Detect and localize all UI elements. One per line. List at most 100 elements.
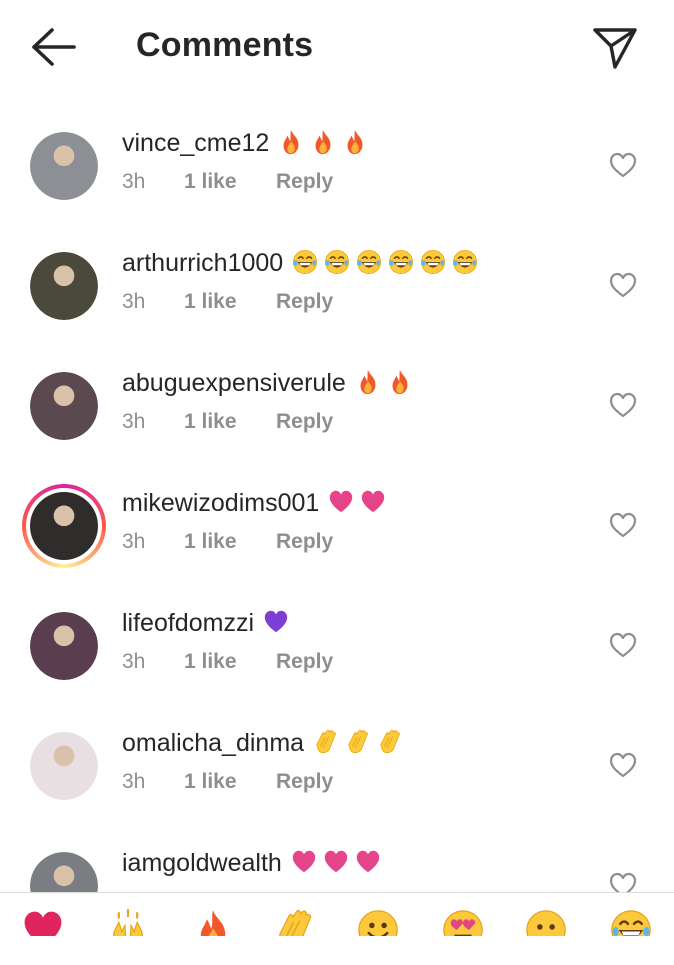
like-comment-button[interactable] (609, 752, 637, 778)
pink-heart-emoji-icon (322, 848, 350, 878)
comment-like-count[interactable]: 1 like (184, 530, 276, 554)
smile-emoji-button[interactable] (355, 907, 401, 936)
reply-button[interactable]: Reply (276, 410, 333, 434)
avatar[interactable] (30, 732, 98, 800)
fire-emoji-button[interactable] (190, 907, 236, 936)
laughing-emoji-button[interactable] (608, 907, 654, 936)
laughing-icon (611, 910, 651, 936)
comment-username[interactable]: abuguexpensiverule (122, 369, 346, 398)
reply-button[interactable]: Reply (276, 530, 333, 554)
laughing-emoji-icon (355, 248, 383, 278)
like-comment-button[interactable] (609, 152, 637, 178)
heart-outline-icon (609, 152, 637, 178)
avatar[interactable] (30, 252, 98, 320)
comment-row: vince_cme12 3h 1 like Reply (0, 125, 674, 245)
comment-row: lifeofdomzzi 3h 1 like Reply (0, 605, 674, 725)
purple-heart-emoji-icon (262, 608, 290, 638)
pink-heart-emoji-icon (354, 848, 382, 878)
comment-time: 3h (122, 410, 146, 433)
avatar-photo (30, 252, 98, 320)
comment-emojis (327, 488, 387, 518)
laughing-emoji-icon (291, 248, 319, 278)
avatar[interactable] (30, 372, 98, 440)
laughing-emoji-icon (451, 248, 479, 278)
comment-emojis (291, 248, 479, 278)
comment-username[interactable]: vince_cme12 (122, 129, 269, 158)
avatar[interactable] (22, 484, 106, 568)
comment-row: omalicha_dinma 3h 1 like Reply (0, 725, 674, 845)
direct-send-icon (593, 28, 637, 69)
avatar-photo (30, 132, 98, 200)
comment-username[interactable]: omalicha_dinma (122, 729, 304, 758)
comment-emojis (277, 128, 369, 158)
red-heart-icon (24, 911, 62, 936)
clap-emoji-button[interactable] (272, 907, 318, 936)
comment-emojis (354, 368, 414, 398)
back-button[interactable] (30, 27, 76, 67)
raised-hands-emoji-button[interactable] (105, 907, 151, 936)
raised-hands-icon (112, 908, 144, 936)
comment-row: abuguexpensiverule 3h 1 like Reply (0, 365, 674, 485)
comment-like-count[interactable]: 1 like (184, 170, 276, 194)
heart-outline-icon (609, 632, 637, 658)
reply-button[interactable]: Reply (276, 170, 333, 194)
clap-icon (279, 909, 312, 936)
comment-time: 3h (122, 770, 146, 793)
laughing-emoji-icon (387, 248, 415, 278)
reply-button[interactable]: Reply (276, 650, 333, 674)
comment-like-count[interactable]: 1 like (184, 410, 276, 434)
fire-emoji-icon (309, 128, 337, 158)
comment-time: 3h (122, 290, 146, 313)
comment-like-count[interactable]: 1 like (184, 770, 276, 794)
heart-eyes-icon (443, 910, 483, 936)
fire-emoji-icon (277, 128, 305, 158)
comment-username[interactable]: mikewizodims001 (122, 489, 319, 518)
comment-username[interactable]: lifeofdomzzi (122, 609, 254, 638)
comment-emojis (290, 848, 382, 878)
arrow-left-icon (32, 28, 76, 66)
pink-heart-emoji-icon (290, 848, 318, 878)
heart-outline-icon (609, 752, 637, 778)
page-title: Comments (136, 26, 314, 64)
comment-meta: 3h 1 likeReply (122, 530, 333, 554)
comment-meta: 3h 1 likeReply (122, 170, 333, 194)
avatar[interactable] (30, 612, 98, 680)
pink-heart-emoji-icon (359, 488, 387, 518)
avatar-photo (30, 612, 98, 680)
comment-meta: 3h 1 likeReply (122, 650, 333, 674)
avatar[interactable] (30, 132, 98, 200)
comment-time: 3h (122, 170, 146, 193)
avatar-photo (30, 732, 98, 800)
smile-icon (358, 910, 398, 936)
laughing-emoji-icon (323, 248, 351, 278)
reply-button[interactable]: Reply (276, 290, 333, 314)
comment-like-count[interactable]: 1 like (184, 650, 276, 674)
neutral-face-emoji-button[interactable] (523, 907, 569, 936)
comment-like-count[interactable]: 1 like (184, 290, 276, 314)
red-heart-emoji-button[interactable] (20, 907, 66, 936)
avatar-photo (30, 372, 98, 440)
like-comment-button[interactable] (609, 392, 637, 418)
neutral-face-icon (526, 910, 566, 936)
comment-emojis (312, 728, 404, 758)
heart-outline-icon (609, 512, 637, 538)
heart-outline-icon (609, 272, 637, 298)
like-comment-button[interactable] (609, 632, 637, 658)
comment-username[interactable]: iamgoldwealth (122, 849, 282, 878)
clap-emoji-icon (312, 728, 340, 758)
comment-row: arthurrich1000 3h 1 like Reply (0, 245, 674, 365)
pink-heart-emoji-icon (327, 488, 355, 518)
avatar-photo (30, 492, 98, 560)
clap-emoji-icon (376, 728, 404, 758)
reply-button[interactable]: Reply (276, 770, 333, 794)
like-comment-button[interactable] (609, 512, 637, 538)
heart-eyes-emoji-button[interactable] (440, 907, 486, 936)
comment-emojis (262, 608, 290, 638)
header: Comments (0, 0, 674, 95)
like-comment-button[interactable] (609, 272, 637, 298)
clap-emoji-icon (344, 728, 372, 758)
direct-send-button[interactable] (592, 26, 638, 70)
comment-meta: 3h 1 likeReply (122, 410, 333, 434)
comment-username[interactable]: arthurrich1000 (122, 249, 283, 278)
comment-time: 3h (122, 530, 146, 553)
